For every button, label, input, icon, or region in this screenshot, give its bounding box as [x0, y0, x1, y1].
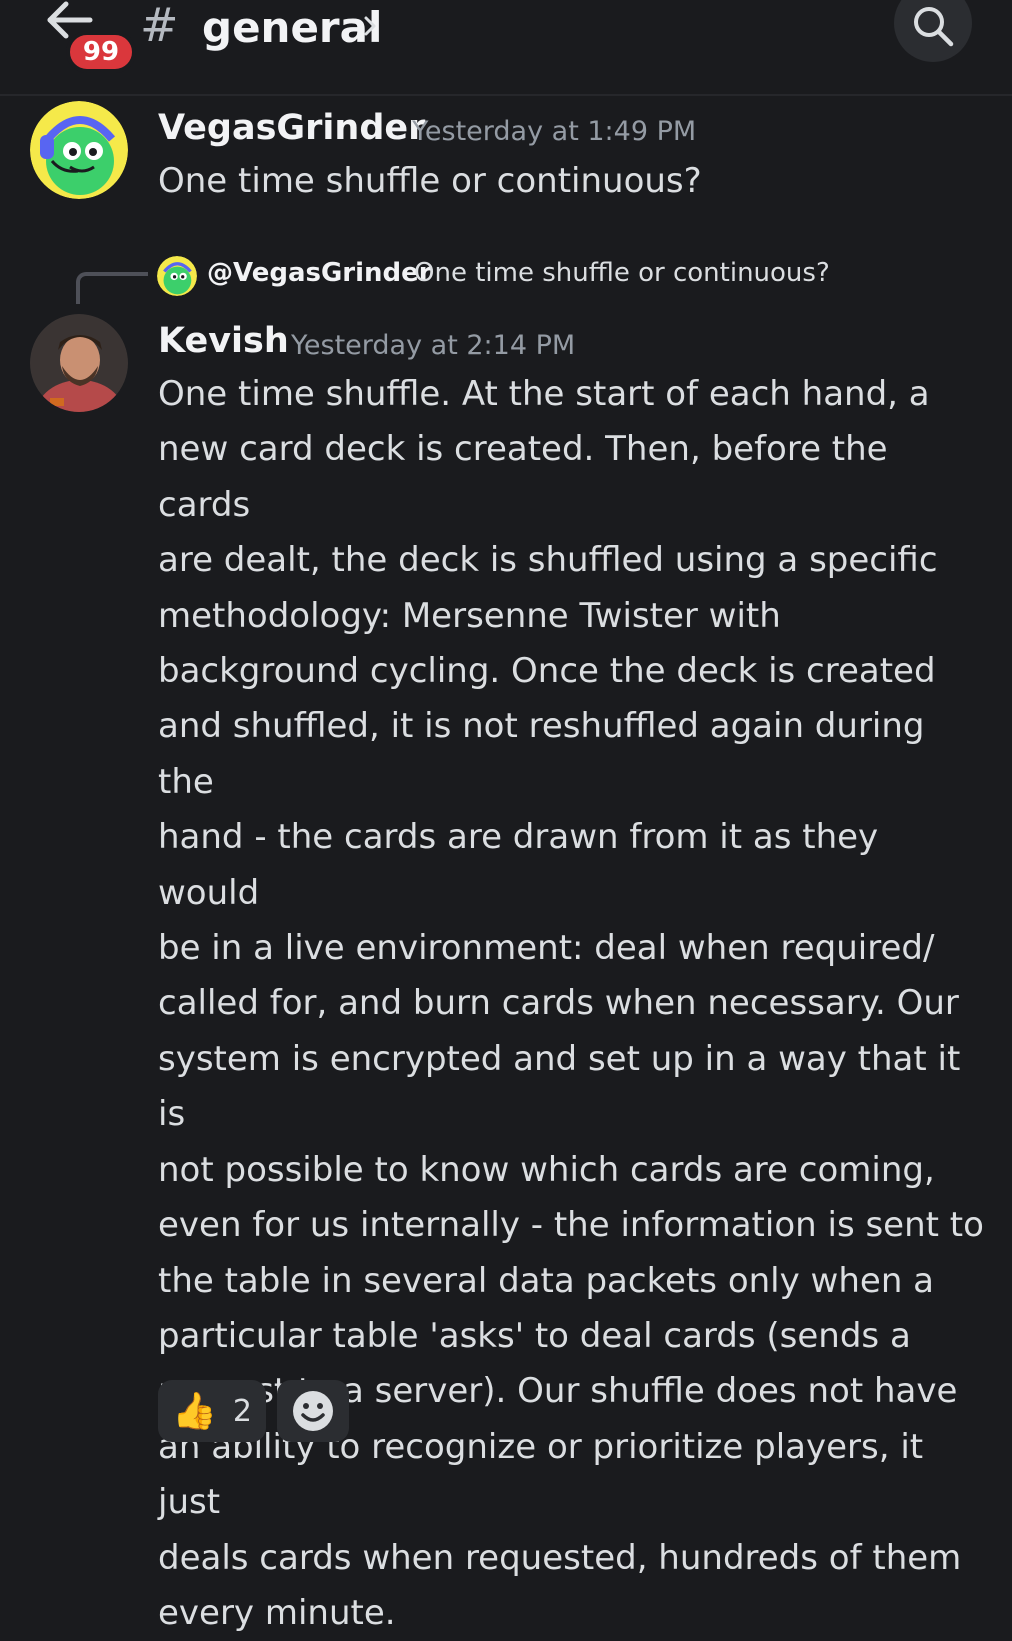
- reply-connector: [76, 272, 148, 304]
- search-icon: [914, 7, 954, 47]
- message-line: even for us internally - the information…: [158, 1205, 984, 1246]
- message-line: particular table 'asks' to deal cards (s…: [158, 1315, 911, 1356]
- channel-hash-icon: #: [140, 0, 179, 52]
- message-line: and shuffled, it is not reshuffled again…: [158, 706, 925, 802]
- message-line: methodology: Mersenne Twister with: [158, 595, 781, 636]
- message-line: system is encrypted and set up in a way …: [158, 1038, 961, 1135]
- unread-badge: 99: [66, 31, 136, 73]
- message-text: One time shuffle or continuous?: [158, 161, 702, 201]
- avatar[interactable]: [30, 101, 128, 199]
- message-author[interactable]: Kevish: [158, 321, 289, 361]
- message-text: One time shuffle. At the start of each h…: [158, 367, 988, 1641]
- message-line: hand - the cards are drawn from it as th…: [158, 817, 879, 913]
- message-line: One time shuffle. At the start of each h…: [158, 374, 930, 414]
- avatar[interactable]: [30, 314, 128, 412]
- message-line: new card deck is created. Then, before t…: [158, 429, 888, 525]
- message-line: every minute.: [158, 1592, 396, 1633]
- channel-name[interactable]: general: [202, 2, 382, 54]
- search-button[interactable]: [894, 0, 972, 62]
- message-line: background cycling. Once the deck is cre…: [158, 651, 936, 692]
- message-timestamp: Yesterday at 2:14 PM: [291, 330, 576, 361]
- message-line: are dealt, the deck is shuffled using a …: [158, 540, 938, 581]
- message-author[interactable]: VegasGrinder: [158, 108, 425, 148]
- thumbs-up-icon: 👍: [172, 1391, 217, 1432]
- add-reaction-icon: [293, 1391, 333, 1431]
- add-reaction-button[interactable]: [277, 1380, 349, 1442]
- message-line: not possible to know which cards are com…: [158, 1149, 935, 1190]
- channel-header: 99 # general: [0, 0, 1012, 96]
- reaction-thumbs-up[interactable]: 👍 2: [158, 1380, 266, 1442]
- message-line: called for, and burn cards when necessar…: [158, 983, 959, 1024]
- reply-author[interactable]: @VegasGrinder: [207, 258, 432, 288]
- message-line: the table in several data packets only w…: [158, 1260, 935, 1301]
- reply-avatar[interactable]: [157, 256, 197, 296]
- message-timestamp: Yesterday at 1:49 PM: [412, 116, 697, 147]
- reply-text[interactable]: One time shuffle or continuous?: [414, 258, 830, 288]
- reaction-count: 2: [232, 1393, 252, 1429]
- chevron-right-icon[interactable]: [362, 12, 378, 40]
- message-line: deals cards when requested, hundreds of …: [158, 1537, 962, 1578]
- message-line: be in a live environment: deal when requ…: [158, 928, 935, 969]
